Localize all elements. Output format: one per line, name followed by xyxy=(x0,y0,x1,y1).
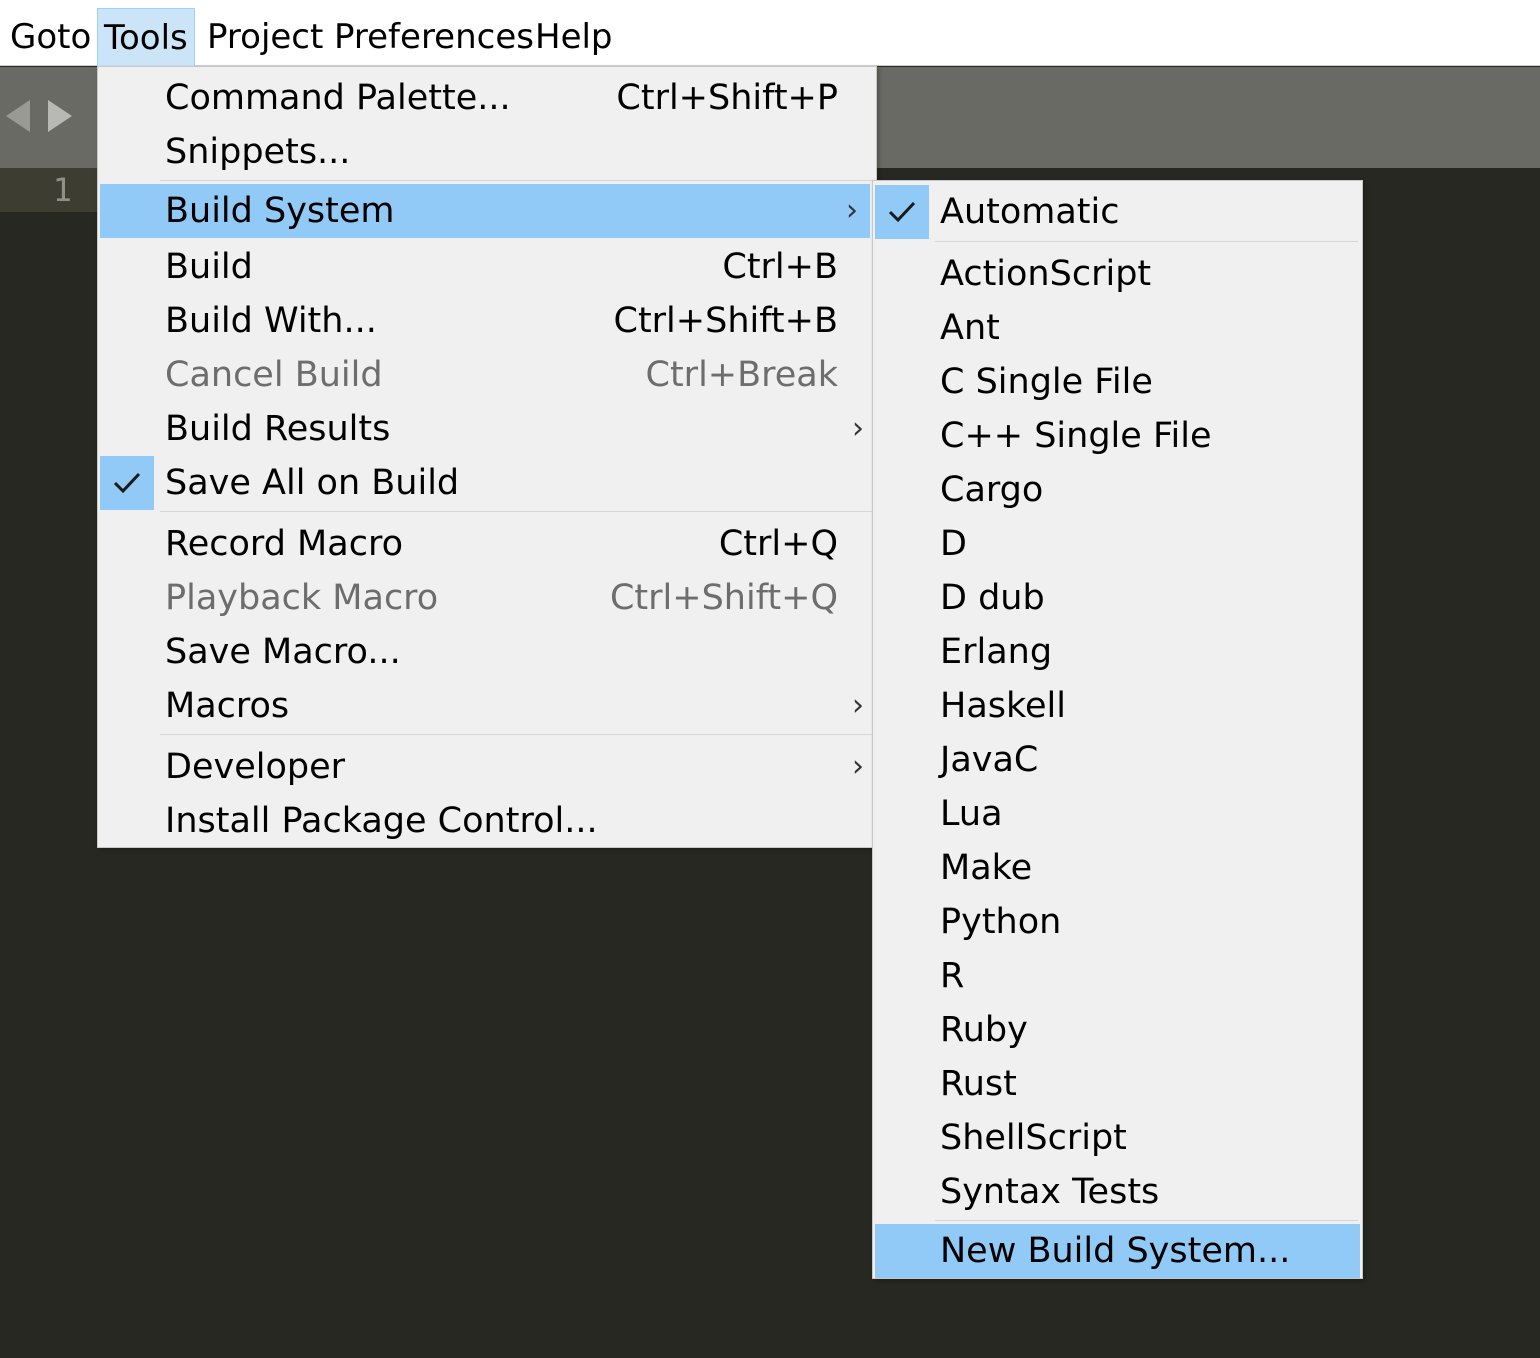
menu-item-label: Snippets... xyxy=(165,132,351,172)
menu-item-build-system[interactable]: Build System › xyxy=(100,184,870,238)
menu-item-label: Build With... xyxy=(165,301,377,341)
menu-tools[interactable]: Tools xyxy=(97,8,195,66)
menu-separator xyxy=(935,1220,1358,1221)
menu-item-label: Install Package Control... xyxy=(165,801,598,841)
build-system-make[interactable]: Make xyxy=(873,841,1362,895)
tab-scroll-right-icon[interactable] xyxy=(48,100,72,132)
menu-item-snippets[interactable]: Snippets... xyxy=(98,125,876,179)
line-number: 1 xyxy=(52,171,72,209)
menu-preferences[interactable]: Preferences xyxy=(328,8,540,66)
menu-item-label: D xyxy=(940,524,967,564)
submenu-arrow-icon: › xyxy=(852,749,864,784)
menu-item-label: New Build System... xyxy=(940,1231,1291,1271)
menu-item-label: Ruby xyxy=(940,1010,1028,1050)
menu-item-label: Save All on Build xyxy=(165,463,460,503)
build-system-d-dub[interactable]: D dub xyxy=(873,571,1362,625)
menu-item-label: ActionScript xyxy=(940,254,1152,294)
build-system-automatic[interactable]: Automatic xyxy=(873,185,1362,239)
menu-item-build[interactable]: Build Ctrl+B xyxy=(98,240,876,294)
menu-item-save-all-on-build[interactable]: Save All on Build xyxy=(98,456,876,510)
menu-item-build-results[interactable]: Build Results › xyxy=(98,402,876,456)
menu-item-install-package-control[interactable]: Install Package Control... xyxy=(98,794,876,848)
menu-item-label: Build System xyxy=(165,191,395,231)
menu-separator xyxy=(160,734,872,735)
menu-project[interactable]: Project xyxy=(201,8,329,66)
build-system-rust[interactable]: Rust xyxy=(873,1057,1362,1111)
menu-item-label: C++ Single File xyxy=(940,416,1212,456)
menu-item-save-macro[interactable]: Save Macro... xyxy=(98,625,876,679)
menu-item-label: Cancel Build xyxy=(165,355,383,395)
menu-item-shortcut: Ctrl+Shift+B xyxy=(613,301,839,341)
new-build-system-button[interactable]: New Build System... xyxy=(875,1224,1360,1278)
menu-item-label: Rust xyxy=(940,1064,1017,1104)
build-system-shellscript[interactable]: ShellScript xyxy=(873,1111,1362,1165)
build-system-syntax-tests[interactable]: Syntax Tests xyxy=(873,1165,1362,1219)
menu-goto[interactable]: Goto xyxy=(4,8,97,66)
menu-item-label: Erlang xyxy=(940,632,1053,672)
build-system-ant[interactable]: Ant xyxy=(873,301,1362,355)
menu-separator xyxy=(160,180,872,181)
menu-item-label: Playback Macro xyxy=(165,578,439,618)
menu-item-command-palette[interactable]: Command Palette... Ctrl+Shift+P xyxy=(98,71,876,125)
build-system-ruby[interactable]: Ruby xyxy=(873,1003,1362,1057)
menu-item-label: Save Macro... xyxy=(165,632,401,672)
build-system-cpp-single-file[interactable]: C++ Single File xyxy=(873,409,1362,463)
menu-item-label: Python xyxy=(940,902,1062,942)
build-system-haskell[interactable]: Haskell xyxy=(873,679,1362,733)
menu-item-label: Make xyxy=(940,848,1033,888)
menu-item-playback-macro: Playback Macro Ctrl+Shift+Q xyxy=(98,571,876,625)
menu-item-shortcut: Ctrl+Shift+P xyxy=(616,78,838,118)
menu-item-label: Record Macro xyxy=(165,524,403,564)
build-system-cargo[interactable]: Cargo xyxy=(873,463,1362,517)
menu-item-label: C Single File xyxy=(940,362,1153,402)
menu-item-macros[interactable]: Macros › xyxy=(98,679,876,733)
menu-item-shortcut: Ctrl+Break xyxy=(645,355,838,395)
menu-item-label: Macros xyxy=(165,686,290,726)
build-system-erlang[interactable]: Erlang xyxy=(873,625,1362,679)
menu-help[interactable]: Help xyxy=(529,8,619,66)
menu-item-label: ShellScript xyxy=(940,1118,1127,1158)
build-system-c-single-file[interactable]: C Single File xyxy=(873,355,1362,409)
menu-separator xyxy=(160,511,872,512)
menu-item-label: Build xyxy=(165,247,253,287)
menu-item-developer[interactable]: Developer › xyxy=(98,740,876,794)
menu-item-shortcut: Ctrl+Shift+Q xyxy=(609,578,838,618)
build-system-r[interactable]: R xyxy=(873,949,1362,1003)
menu-item-build-with[interactable]: Build With... Ctrl+Shift+B xyxy=(98,294,876,348)
menu-item-shortcut: Ctrl+Q xyxy=(718,524,838,564)
submenu-arrow-icon: › xyxy=(846,193,858,228)
menu-bar: Goto Tools Project Preferences Help xyxy=(0,0,1540,66)
build-system-d[interactable]: D xyxy=(873,517,1362,571)
menu-item-label: Developer xyxy=(165,747,346,787)
menu-item-label: Automatic xyxy=(940,192,1120,232)
checkmark-icon xyxy=(100,456,154,510)
menu-item-label: Ant xyxy=(940,308,1000,348)
build-system-actionscript[interactable]: ActionScript xyxy=(873,247,1362,301)
submenu-arrow-icon: › xyxy=(852,688,864,723)
menu-item-label: JavaC xyxy=(940,740,1039,780)
menu-item-shortcut: Ctrl+B xyxy=(722,247,838,287)
submenu-arrow-icon: › xyxy=(852,411,864,446)
menu-item-label: Command Palette... xyxy=(165,78,511,118)
menu-item-label: Cargo xyxy=(940,470,1044,510)
menu-item-record-macro[interactable]: Record Macro Ctrl+Q xyxy=(98,517,876,571)
build-system-python[interactable]: Python xyxy=(873,895,1362,949)
build-system-submenu: Automatic ActionScript Ant C Single File… xyxy=(872,180,1363,1279)
menu-separator xyxy=(935,241,1358,242)
checkmark-icon xyxy=(875,185,929,239)
tab-scroll-left-icon[interactable] xyxy=(6,100,30,132)
menu-item-label: D dub xyxy=(940,578,1045,618)
menu-item-label: R xyxy=(940,956,965,996)
menu-item-label: Haskell xyxy=(940,686,1067,726)
tools-menu: Command Palette... Ctrl+Shift+P Snippets… xyxy=(97,66,877,848)
menu-item-label: Build Results xyxy=(165,409,391,449)
menu-item-label: Lua xyxy=(940,794,1003,834)
build-system-javac[interactable]: JavaC xyxy=(873,733,1362,787)
menu-item-cancel-build: Cancel Build Ctrl+Break xyxy=(98,348,876,402)
menu-item-label: Syntax Tests xyxy=(940,1172,1160,1212)
build-system-lua[interactable]: Lua xyxy=(873,787,1362,841)
